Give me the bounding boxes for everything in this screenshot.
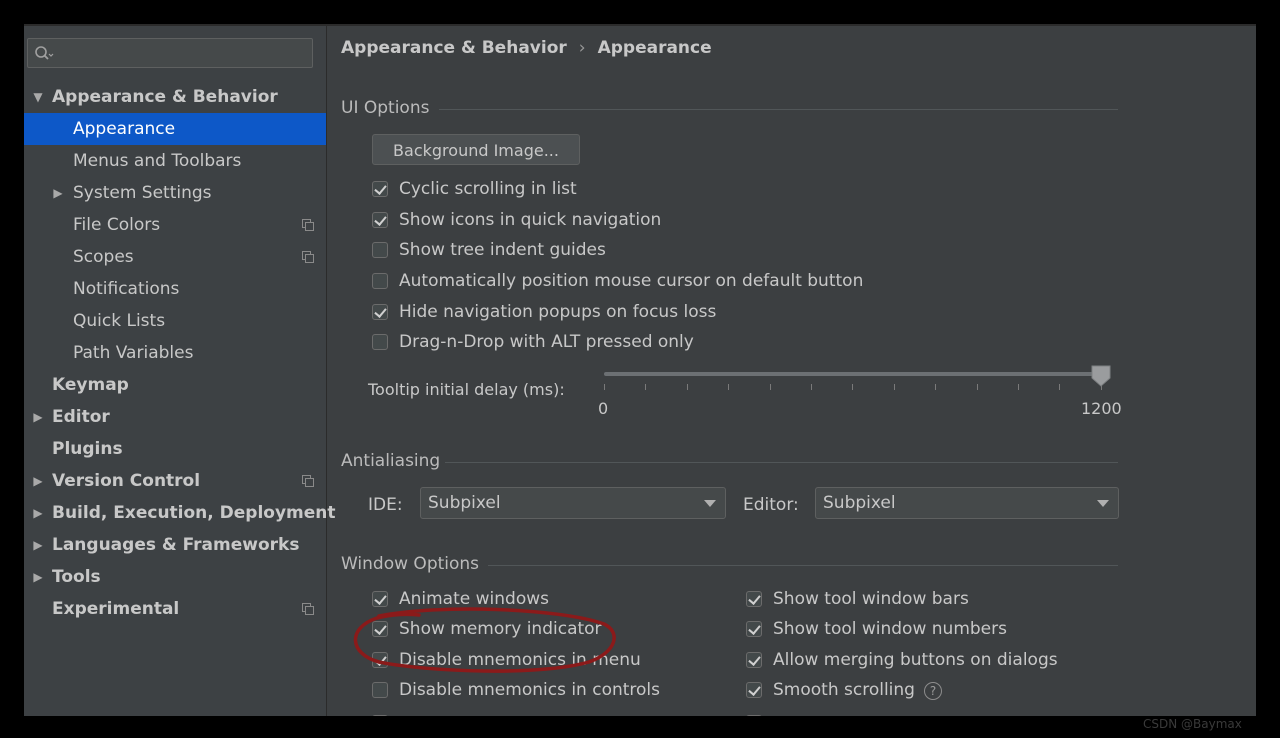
slider-tick [1018, 384, 1019, 390]
slider-max-label: 1200 [1081, 399, 1122, 418]
tree-item-plugins[interactable]: Plugins [24, 433, 326, 465]
settings-content: Appearance & Behavior › Appearance UI Opti… [327, 26, 1256, 716]
tree-item-languages-frameworks[interactable]: ▶ Languages & Frameworks [24, 529, 326, 561]
tree-item-appearance-behavior[interactable]: ▼ Appearance & Behavior [24, 81, 326, 113]
tree-item-experimental[interactable]: Experimental [24, 593, 326, 625]
checkbox[interactable] [746, 591, 762, 607]
settings-tree: ▼ Appearance & Behavior Appearance Menus… [24, 81, 336, 625]
checkbox[interactable] [372, 304, 388, 320]
project-level-icon [302, 603, 314, 615]
ui-options-title: UI Options [341, 98, 430, 118]
checkbox[interactable] [372, 334, 388, 350]
window-options-title: Window Options [341, 554, 480, 574]
slider-tick [686, 384, 688, 390]
tree-item-system-settings[interactable]: ▶ System Settings [24, 177, 326, 209]
watermark: CSDN @Baymax [1143, 717, 1242, 731]
slider-tick [852, 384, 854, 390]
checkbox[interactable] [746, 715, 762, 716]
editor-label: Editor: [743, 495, 799, 515]
help-icon[interactable]: ? [924, 682, 942, 700]
slider-tick [769, 384, 771, 390]
chevron-down-icon[interactable] [704, 500, 716, 507]
checkbox[interactable] [746, 682, 762, 698]
checkbox[interactable] [372, 181, 388, 197]
collapsed-arrow-icon[interactable]: ▶ [31, 465, 45, 497]
section-divider [488, 565, 1118, 566]
collapsed-arrow-icon[interactable]: ▶ [31, 529, 45, 561]
section-divider [439, 109, 1118, 110]
annotation-circle [353, 607, 616, 673]
expanded-arrow-icon[interactable]: ▼ [31, 81, 45, 113]
checkbox[interactable] [746, 621, 762, 637]
slider-thumb[interactable] [1090, 365, 1112, 387]
tree-item-build-execution-deployment[interactable]: ▶ Build, Execution, Deployment [24, 497, 335, 529]
slider-min-label: 0 [598, 399, 609, 418]
tree-item-editor[interactable]: ▶ Editor [24, 401, 326, 433]
slider-tick [728, 384, 730, 390]
tree-item-version-control[interactable]: ▶ Version Control [24, 465, 326, 497]
tree-item-scopes[interactable]: Scopes [24, 241, 326, 273]
slider-tick [935, 384, 937, 390]
search-field[interactable] [27, 38, 313, 68]
search-icon [35, 46, 54, 60]
slider-tick [893, 384, 895, 390]
tree-item-notifications[interactable]: Notifications [24, 273, 326, 305]
tree-item-quick-lists[interactable]: Quick Lists [24, 305, 326, 337]
tree-item-appearance[interactable]: Appearance [24, 113, 326, 145]
slider-tick [811, 384, 812, 390]
search-input[interactable] [54, 42, 308, 66]
background-image-button[interactable]: Background Image... [372, 134, 580, 165]
tooltip-delay-label: Tooltip initial delay (ms): [368, 380, 565, 399]
breadcrumb-separator: › [578, 38, 586, 58]
checkbox[interactable] [372, 212, 388, 228]
project-level-icon [302, 251, 314, 263]
checkbox[interactable] [746, 652, 762, 668]
tree-item-tools[interactable]: ▶ Tools [24, 561, 326, 593]
ide-antialiasing-combo[interactable]: Subpixel [420, 487, 726, 519]
collapsed-arrow-icon[interactable]: ▶ [31, 497, 45, 529]
antialiasing-title: Antialiasing [341, 451, 441, 471]
chevron-down-icon[interactable] [1097, 500, 1109, 507]
tree-item-path-variables[interactable]: Path Variables [24, 337, 326, 369]
settings-window: ▼ Appearance & Behavior Appearance Menus… [24, 24, 1256, 716]
breadcrumb-current: Appearance [597, 38, 712, 58]
collapsed-arrow-icon[interactable]: ▶ [31, 561, 45, 593]
collapsed-arrow-icon[interactable]: ▶ [31, 401, 45, 433]
ide-label: IDE: [368, 495, 403, 515]
slider-tick [604, 384, 605, 390]
tree-item-keymap[interactable]: Keymap [24, 369, 326, 401]
editor-antialiasing-combo[interactable]: Subpixel [815, 487, 1119, 519]
checkbox[interactable] [372, 682, 388, 698]
project-level-icon [302, 219, 314, 231]
checkbox[interactable] [372, 715, 388, 716]
settings-sidebar: ▼ Appearance & Behavior Appearance Menus… [24, 26, 336, 716]
slider-tick [645, 384, 647, 390]
slider-tick [1059, 384, 1061, 390]
tree-item-file-colors[interactable]: File Colors [24, 209, 326, 241]
checkbox[interactable] [372, 591, 388, 607]
checkbox[interactable] [372, 273, 388, 289]
collapsed-arrow-icon[interactable]: ▶ [51, 177, 65, 209]
checkbox[interactable] [372, 242, 388, 258]
breadcrumb-parent[interactable]: Appearance & Behavior [341, 38, 567, 58]
project-level-icon [302, 475, 314, 487]
tree-item-menus-toolbars[interactable]: Menus and Toolbars [24, 145, 326, 177]
breadcrumb: Appearance & Behavior › Appearance [341, 38, 712, 58]
section-divider [445, 462, 1118, 463]
slider-tick [976, 384, 978, 390]
tooltip-delay-slider[interactable] [604, 372, 1101, 376]
